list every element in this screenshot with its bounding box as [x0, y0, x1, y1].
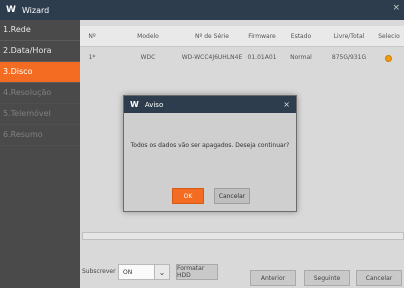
- cell-free-total: 875G/931G: [331, 54, 367, 61]
- dialog-message: Todos os dados vão ser apagados. Deseja …: [130, 142, 290, 149]
- col-header-firmware: Firmware: [248, 33, 276, 40]
- col-header-select: Selecio: [378, 33, 400, 40]
- cell-status: Normal: [290, 54, 312, 61]
- cell-serial: WD-WCC4J6UHLN4E: [181, 54, 243, 61]
- cell-num: 1*: [88, 54, 96, 61]
- window-title: Wizard: [21, 5, 50, 15]
- next-button[interactable]: Seguinte: [304, 270, 350, 286]
- cancel-button[interactable]: Cancelar: [356, 270, 402, 286]
- warning-dialog: W Aviso × Todos os dados vão ser apagado…: [123, 95, 297, 212]
- sidebar-item-telemovel: 5.Telemóvel: [0, 104, 80, 125]
- sidebar-item-resumo: 6.Resumo: [0, 125, 80, 146]
- dialog-close-icon[interactable]: ×: [283, 100, 290, 109]
- subscrever-select[interactable]: ON ⌄: [118, 264, 170, 280]
- format-hdd-button[interactable]: Formatar HDD: [176, 264, 218, 280]
- dialog-logo-icon: W: [130, 100, 139, 109]
- col-header-serial: Nº de Série: [195, 33, 229, 40]
- sidebar-item-data-hora[interactable]: 2.Data/Hora: [0, 41, 80, 62]
- close-icon[interactable]: ×: [392, 3, 400, 13]
- select-radio[interactable]: [385, 55, 392, 62]
- back-button[interactable]: Anterior: [250, 270, 296, 286]
- col-header-free-total: Livre/Total: [333, 33, 365, 40]
- dialog-cancel-button[interactable]: Cancelar: [214, 188, 250, 204]
- app-logo-icon: W: [6, 5, 16, 15]
- table-horizontal-scrollbar[interactable]: [82, 232, 404, 240]
- dialog-titlebar: W Aviso ×: [124, 96, 296, 113]
- sidebar-item-rede[interactable]: 1.Rede: [0, 20, 80, 41]
- cell-firmware: 01.01A01: [247, 54, 277, 61]
- cell-model: WDC: [140, 54, 156, 61]
- dialog-title: Aviso: [144, 100, 164, 109]
- chevron-down-icon[interactable]: ⌄: [154, 265, 169, 279]
- sidebar-item-disco[interactable]: 3.Disco: [0, 62, 80, 83]
- col-header-num: Nº: [88, 33, 96, 40]
- subscrever-value: ON: [123, 268, 133, 276]
- wizard-titlebar: W Wizard ×: [0, 0, 404, 20]
- subscrever-label: Subscrever: [82, 268, 116, 275]
- table-row[interactable]: 1* WDC WD-WCC4J6UHLN4E 01.01A01 Normal 8…: [80, 49, 404, 65]
- wizard-sidebar: 1.Rede 2.Data/Hora 3.Disco 4.Resolução 5…: [0, 20, 80, 288]
- sidebar-item-resolucao: 4.Resolução: [0, 83, 80, 104]
- col-header-model: Modelo: [137, 33, 159, 40]
- dialog-ok-button[interactable]: OK: [172, 188, 204, 204]
- col-header-status: Estado: [290, 33, 312, 40]
- disk-table-header: Nº Modelo Nº de Série Firmware Estado Li…: [80, 26, 404, 47]
